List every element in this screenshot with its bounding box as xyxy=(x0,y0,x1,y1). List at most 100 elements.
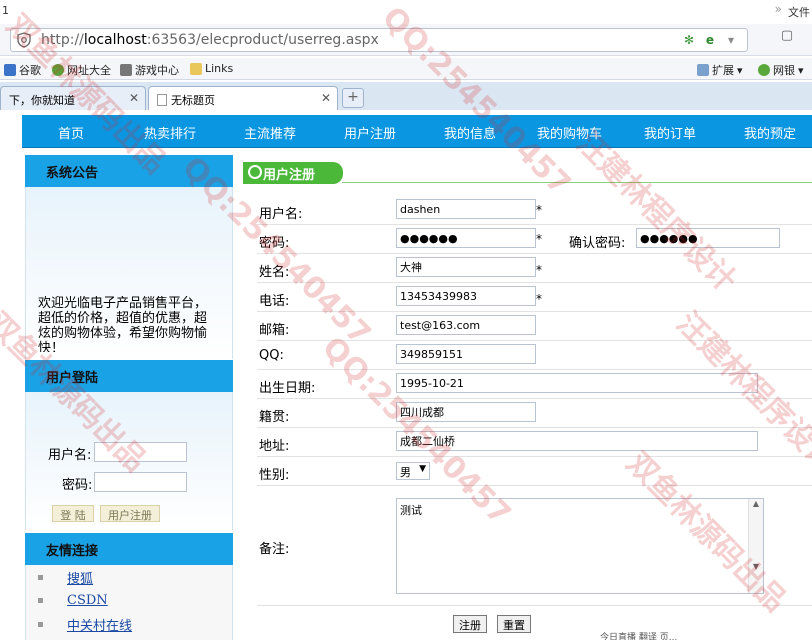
login-username-label: 用户名: xyxy=(48,448,92,463)
nav-hot[interactable]: 热卖排行 xyxy=(144,123,196,142)
gender-label: 性别: xyxy=(259,468,290,483)
login-title: 用户登陆 xyxy=(25,360,233,392)
password-label: 密码: xyxy=(259,236,290,251)
login-password-label: 密码: xyxy=(62,478,93,493)
link-label[interactable]: 搜狐 xyxy=(67,568,93,587)
username-input[interactable] xyxy=(396,199,536,219)
nav-home[interactable]: 首页 xyxy=(58,123,84,142)
section-divider xyxy=(342,182,812,183)
row-native: 籍贯: xyxy=(257,399,812,428)
birth-input[interactable] xyxy=(396,373,758,393)
fav-item-games[interactable]: 游戏中心 xyxy=(120,62,179,78)
compat-icon[interactable]: ▢ xyxy=(762,28,812,52)
globe-icon xyxy=(52,64,64,76)
nav-my-info[interactable]: 我的信息 xyxy=(444,123,496,142)
remark-label: 备注: xyxy=(259,542,290,557)
gender-select[interactable]: 男 ▼ xyxy=(396,462,430,480)
links-title: 友情连接 xyxy=(25,533,233,565)
phone-input[interactable] xyxy=(396,286,536,306)
fav-label: 网址大全 xyxy=(67,64,111,77)
status-bar: 今日直播 翻译 页... xyxy=(600,633,678,640)
fav-bank[interactable]: 网银 ▾ xyxy=(758,62,804,78)
nav-reservations[interactable]: 我的预定 xyxy=(744,123,796,142)
tab-untitled[interactable]: 无标题页 ✕ xyxy=(148,86,338,111)
tab-bar: 下，你就知道 ✕ 无标题页 ✕ + xyxy=(0,82,812,111)
dropdown-icon[interactable]: ▾ xyxy=(723,32,739,48)
email-input[interactable] xyxy=(396,315,536,335)
url-field[interactable]: http://localhost:63563/elecproduct/userr… xyxy=(10,28,748,52)
row-address: 地址: xyxy=(257,428,812,457)
tab-label: 无标题页 xyxy=(171,94,215,107)
chevron-right-icon[interactable]: » xyxy=(775,2,782,16)
row-email: 邮箱: xyxy=(257,312,812,341)
url-prefix: http:// xyxy=(41,32,84,48)
gamepad-icon xyxy=(120,64,132,76)
nav-orders[interactable]: 我的订单 xyxy=(644,123,696,142)
nav-cart[interactable]: 我的购物车 xyxy=(537,123,602,142)
reset-button[interactable]: 重置 xyxy=(497,615,531,633)
login-password-input[interactable] xyxy=(94,472,187,492)
bullet-icon xyxy=(38,575,43,580)
fav-label: 扩展 xyxy=(712,64,734,77)
link-sohu[interactable]: 搜狐 xyxy=(38,568,93,587)
chevron-down-icon: ▼ xyxy=(419,464,426,474)
native-label: 籍贯: xyxy=(259,410,290,425)
submit-button[interactable]: 注册 xyxy=(453,615,487,633)
fav-item-google[interactable]: 谷歌 xyxy=(4,62,41,78)
address-input[interactable] xyxy=(396,431,758,451)
window-titlebar: 1 » 文件 xyxy=(0,0,812,22)
required-star: * xyxy=(536,203,542,217)
email-label: 邮箱: xyxy=(259,323,290,338)
page-content: 首页 热卖排行 主流推荐 用户注册 我的信息 我的购物车 我的订单 我的预定 系… xyxy=(0,110,812,640)
login-username-input[interactable] xyxy=(94,442,187,462)
scrollbar[interactable]: ▲ ▼ xyxy=(748,499,763,593)
tab-label: 下，你就知道 xyxy=(9,94,75,107)
bullet-icon xyxy=(38,598,43,603)
notice-text: 欢迎光临电子产品销售平台，超低的价格，超值的优惠，超炫的购物体验，希望你购物愉快… xyxy=(38,296,208,352)
close-icon[interactable]: ✕ xyxy=(321,91,331,105)
fav-extensions[interactable]: 扩展 ▾ xyxy=(697,62,743,78)
tab-baidu[interactable]: 下，你就知道 ✕ xyxy=(0,86,146,110)
new-tab-button[interactable]: + xyxy=(342,88,364,108)
title-left: 1 xyxy=(2,4,9,17)
close-icon[interactable]: ✕ xyxy=(129,91,139,105)
qq-input[interactable] xyxy=(396,344,536,364)
name-input[interactable] xyxy=(396,257,536,277)
confirm-password-input[interactable] xyxy=(636,228,780,248)
favorites-bar: 谷歌 网址大全 游戏中心 Links 扩展 ▾ 网银 ▾ xyxy=(0,58,812,80)
row-phone: 电话: * xyxy=(257,283,812,312)
fav-item-links[interactable]: Links xyxy=(190,62,233,75)
fav-label: 网银 xyxy=(773,64,795,77)
nav-recommend[interactable]: 主流推荐 xyxy=(244,123,296,142)
qq-label: QQ: xyxy=(259,348,284,363)
loading-icon[interactable]: ✻ xyxy=(681,32,697,48)
row-password: 密码: * 确认密码: xyxy=(257,225,812,254)
confirm-password-label: 确认密码: xyxy=(569,236,626,251)
link-label[interactable]: 中关村在线 xyxy=(67,615,132,634)
remark-value: 测试 xyxy=(400,504,422,517)
row-birth: 出生日期: xyxy=(257,370,812,399)
gender-value: 男 xyxy=(400,466,411,479)
ie-engine-icon[interactable]: e xyxy=(702,32,718,48)
remark-textarea[interactable]: 测试 ▲ ▼ xyxy=(396,498,764,594)
register-section-title: 用户注册 xyxy=(243,162,343,184)
file-menu[interactable]: 文件 xyxy=(788,4,810,20)
phone-label: 电话: xyxy=(259,294,290,309)
nav-register[interactable]: 用户注册 xyxy=(344,123,396,142)
address-bar: http://localhost:63563/elecproduct/userr… xyxy=(0,24,812,56)
link-zol[interactable]: 中关村在线 xyxy=(38,615,132,634)
native-input[interactable] xyxy=(396,402,536,422)
url-text: http://localhost:63563/elecproduct/userr… xyxy=(41,32,379,48)
fav-item-hao[interactable]: 网址大全 xyxy=(52,62,111,78)
link-csdn[interactable]: CSDN xyxy=(38,593,108,608)
main-nav: 首页 热卖排行 主流推荐 用户注册 我的信息 我的购物车 我的订单 我的预定 xyxy=(22,115,812,148)
password-input[interactable] xyxy=(396,228,536,248)
bullet-icon xyxy=(38,622,43,627)
link-label[interactable]: CSDN xyxy=(67,593,108,608)
notice-title: 系统公告 xyxy=(25,155,233,187)
birth-label: 出生日期: xyxy=(259,381,316,396)
required-star: * xyxy=(536,292,542,306)
login-button[interactable]: 登 陆 xyxy=(52,505,94,522)
register-link-button[interactable]: 用户注册 xyxy=(100,505,160,522)
page-icon xyxy=(157,94,167,106)
